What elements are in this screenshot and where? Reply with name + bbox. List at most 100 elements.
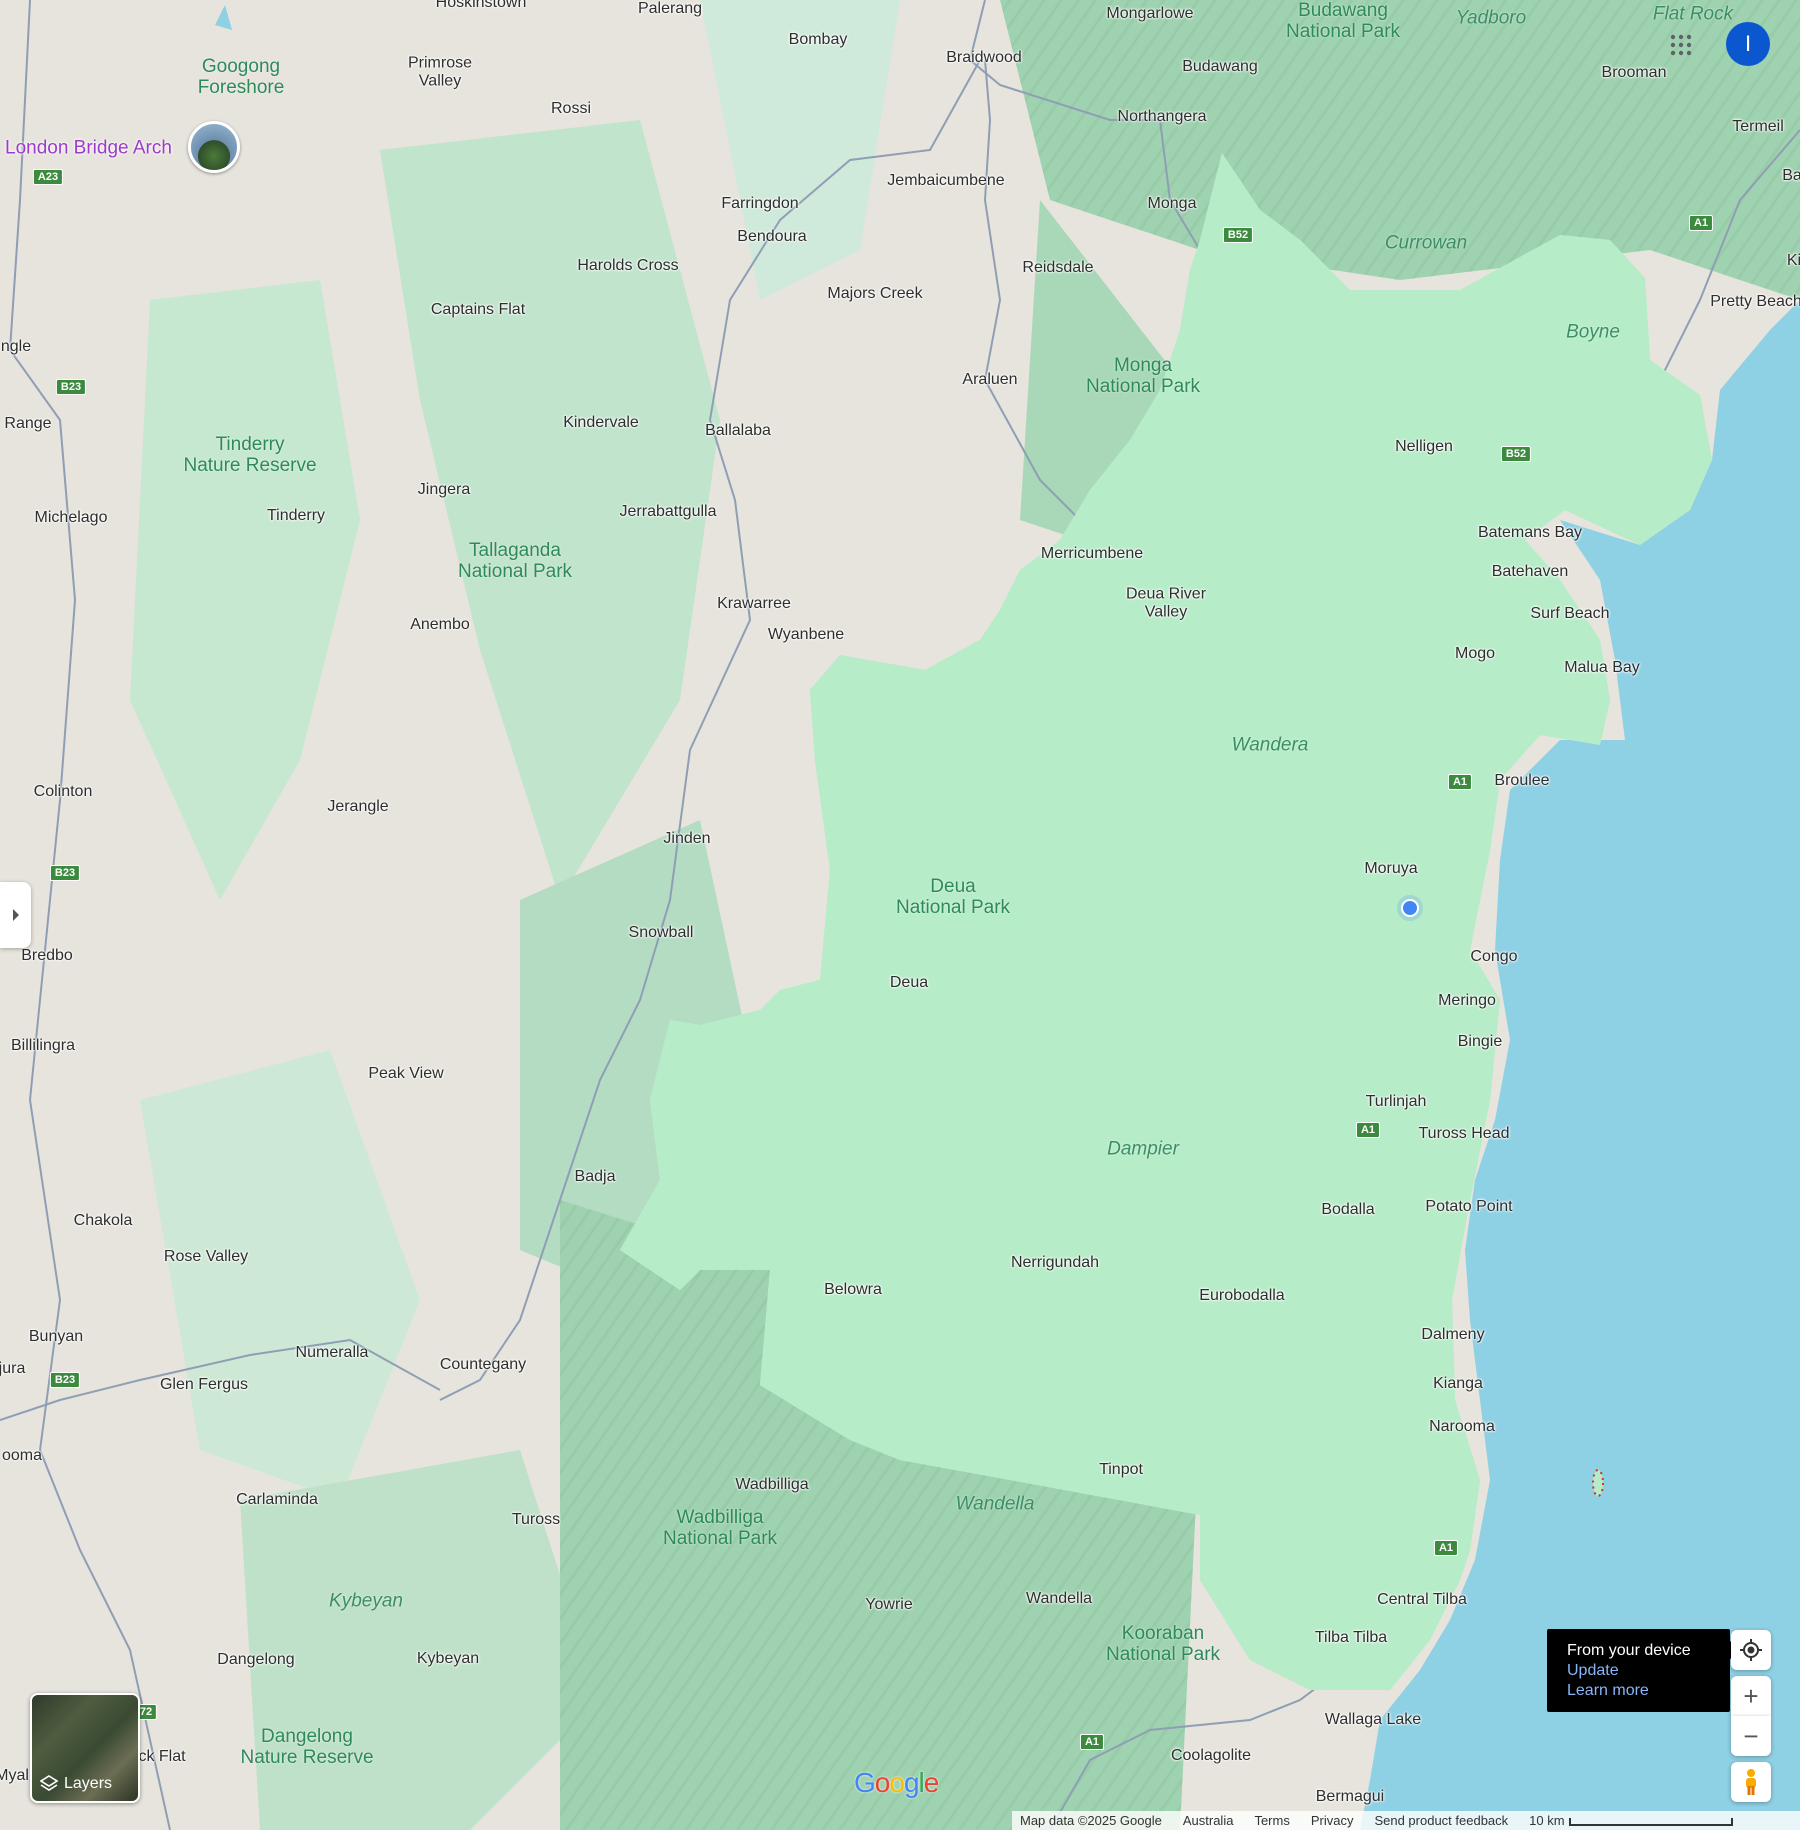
- town-label[interactable]: Carlaminda: [236, 1491, 318, 1509]
- country-link[interactable]: Australia: [1183, 1813, 1234, 1828]
- town-label[interactable]: Wadbilliga: [735, 1476, 808, 1494]
- privacy-link[interactable]: Privacy: [1311, 1813, 1354, 1828]
- town-label[interactable]: Batemans Bay: [1478, 524, 1582, 542]
- town-label[interactable]: Bermagui: [1316, 1788, 1384, 1806]
- my-location-button[interactable]: [1731, 1630, 1771, 1670]
- poi-label[interactable]: London Bridge Arch: [5, 138, 172, 160]
- town-label[interactable]: Chakola: [74, 1212, 133, 1230]
- town-label[interactable]: Deua River Valley: [1126, 585, 1206, 620]
- region-label[interactable]: Kybeyan: [329, 1591, 403, 1613]
- town-label[interactable]: Pretty Beach: [1710, 293, 1800, 311]
- region-label[interactable]: Currowan: [1385, 233, 1467, 255]
- town-label[interactable]: Moruya: [1364, 860, 1417, 878]
- town-label[interactable]: jura: [0, 1360, 25, 1378]
- town-label[interactable]: Bombay: [789, 31, 848, 49]
- town-label[interactable]: Congo: [1470, 948, 1517, 966]
- town-label[interactable]: Northangera: [1118, 108, 1207, 126]
- town-label[interactable]: ngle: [1, 338, 31, 356]
- town-label[interactable]: Merricumbene: [1041, 545, 1143, 563]
- town-label[interactable]: Broulee: [1494, 772, 1549, 790]
- town-label[interactable]: Yowrie: [865, 1596, 912, 1614]
- town-label[interactable]: Majors Creek: [827, 285, 922, 303]
- town-label[interactable]: Meringo: [1438, 992, 1496, 1010]
- town-label[interactable]: Harolds Cross: [577, 257, 678, 275]
- apps-grid-icon[interactable]: [1658, 22, 1704, 68]
- park-label[interactable]: Deua National Park: [896, 876, 1010, 919]
- town-label[interactable]: Billilingra: [11, 1037, 75, 1055]
- account-avatar[interactable]: I: [1726, 22, 1770, 66]
- park-label[interactable]: Kooraban National Park: [1106, 1623, 1220, 1666]
- region-label[interactable]: Wandella: [956, 1494, 1035, 1516]
- town-label[interactable]: Mongarlowe: [1106, 5, 1193, 23]
- town-label[interactable]: Ki: [1787, 252, 1800, 270]
- scale-indicator[interactable]: 10 km: [1529, 1813, 1733, 1828]
- town-label[interactable]: Surf Beach: [1530, 605, 1609, 623]
- park-label[interactable]: Wadbilliga National Park: [663, 1507, 777, 1550]
- park-label[interactable]: Dangelong Nature Reserve: [240, 1726, 373, 1769]
- town-label[interactable]: Myal: [0, 1767, 29, 1785]
- region-label[interactable]: Yadboro: [1456, 8, 1526, 30]
- map-canvas[interactable]: Hoskinstown Palerang Bombay Braidwood Mongar…: [0, 0, 1800, 1830]
- town-label[interactable]: Dalmeny: [1421, 1326, 1484, 1344]
- town-label[interactable]: Deua: [890, 974, 928, 992]
- town-label[interactable]: Numeralla: [296, 1344, 369, 1362]
- region-label[interactable]: Flat Rock: [1653, 4, 1733, 26]
- town-label[interactable]: Jembaicumbene: [887, 172, 1004, 190]
- town-label[interactable]: Michelago: [35, 509, 108, 527]
- town-label[interactable]: Kindervale: [563, 414, 639, 432]
- region-label[interactable]: Wandera: [1232, 735, 1309, 757]
- town-label[interactable]: Jerrabattgulla: [620, 503, 717, 521]
- region-label[interactable]: Dampier: [1107, 1139, 1179, 1161]
- park-label[interactable]: Monga National Park: [1086, 355, 1200, 398]
- town-label[interactable]: Rossi: [551, 100, 591, 118]
- town-label[interactable]: Nelligen: [1395, 438, 1453, 456]
- town-label[interactable]: Colinton: [34, 783, 93, 801]
- town-label[interactable]: Palerang: [638, 0, 702, 18]
- zoom-in-button[interactable]: +: [1731, 1676, 1771, 1716]
- town-label[interactable]: Mogo: [1455, 645, 1495, 663]
- town-label[interactable]: Jingera: [418, 481, 470, 499]
- town-label[interactable]: Reidsdale: [1022, 259, 1093, 277]
- town-label[interactable]: Termeil: [1732, 118, 1784, 136]
- town-label[interactable]: Bingie: [1458, 1033, 1502, 1051]
- zoom-out-button[interactable]: −: [1731, 1716, 1771, 1756]
- town-label[interactable]: Potato Point: [1425, 1198, 1512, 1216]
- town-label[interactable]: Malua Bay: [1564, 659, 1640, 677]
- park-label[interactable]: Tallaganda National Park: [458, 540, 572, 583]
- town-label[interactable]: Ba: [1782, 167, 1800, 185]
- town-label[interactable]: Tilba Tilba: [1315, 1629, 1387, 1647]
- town-label[interactable]: Tinpot: [1099, 1461, 1143, 1479]
- town-label[interactable]: Turlinjah: [1366, 1093, 1427, 1111]
- town-label[interactable]: Brooman: [1602, 64, 1667, 82]
- town-label[interactable]: Budawang: [1182, 58, 1258, 76]
- town-label[interactable]: Krawarree: [717, 595, 791, 613]
- town-label[interactable]: Wyanbene: [768, 626, 844, 644]
- town-label[interactable]: Bunyan: [29, 1328, 83, 1346]
- town-label[interactable]: Snowball: [629, 924, 694, 942]
- region-label[interactable]: Boyne: [1566, 322, 1620, 344]
- tooltip-learn-more-link[interactable]: Learn more: [1567, 1681, 1730, 1701]
- town-label[interactable]: Glen Fergus: [160, 1376, 248, 1394]
- town-label[interactable]: Badja: [575, 1168, 616, 1186]
- town-label[interactable]: Bredbo: [21, 947, 73, 965]
- town-label[interactable]: Range: [4, 415, 51, 433]
- town-label[interactable]: Wallaga Lake: [1325, 1711, 1421, 1729]
- town-label[interactable]: Dangelong: [217, 1651, 294, 1669]
- feedback-link[interactable]: Send product feedback: [1374, 1813, 1508, 1828]
- town-label[interactable]: Tuross Head: [1419, 1125, 1510, 1143]
- town-label[interactable]: Central Tilba: [1377, 1591, 1467, 1609]
- town-label[interactable]: Belowra: [824, 1281, 882, 1299]
- town-label[interactable]: ck Flat: [138, 1748, 185, 1766]
- town-label[interactable]: Farringdon: [721, 195, 798, 213]
- town-label[interactable]: Narooma: [1429, 1418, 1495, 1436]
- town-label[interactable]: Hoskinstown: [436, 0, 527, 12]
- town-label[interactable]: Coolagolite: [1171, 1747, 1251, 1765]
- side-panel-toggle[interactable]: [0, 882, 31, 948]
- town-label[interactable]: Anembo: [410, 616, 470, 634]
- terms-link[interactable]: Terms: [1254, 1813, 1289, 1828]
- park-label[interactable]: Tinderry Nature Reserve: [183, 434, 316, 477]
- town-label[interactable]: Primrose Valley: [408, 54, 472, 89]
- town-label[interactable]: Tinderry: [267, 507, 325, 525]
- town-label[interactable]: Ballalaba: [705, 422, 771, 440]
- park-label[interactable]: Budawang National Park: [1286, 0, 1400, 43]
